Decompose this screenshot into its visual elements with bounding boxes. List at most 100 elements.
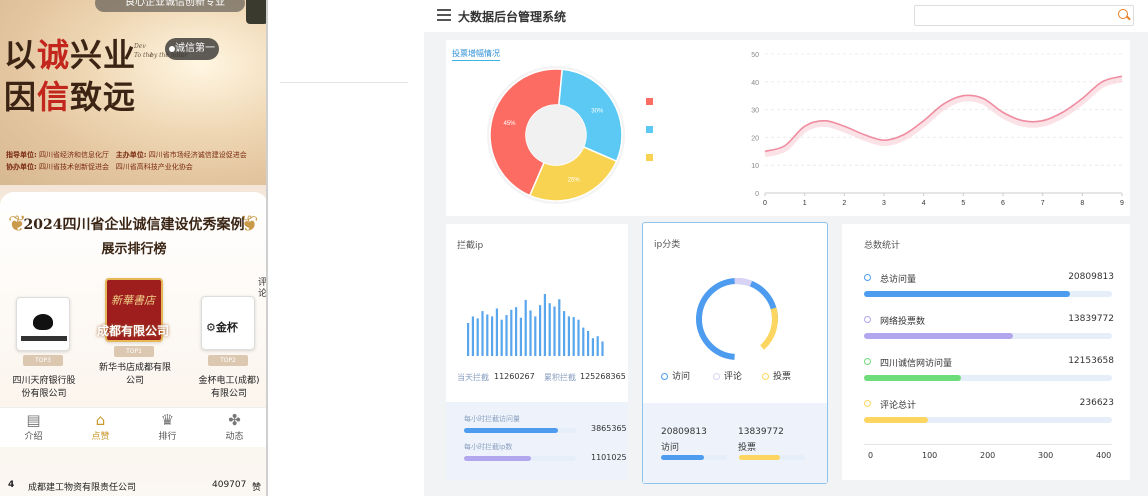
company-name-tianfu[interactable]: 四川天府银行股 份有限公司	[4, 375, 84, 401]
y-tick-0: 0	[755, 191, 759, 198]
total-label-2: 四川诚信网访问量	[864, 356, 952, 369]
tab-ranking[interactable]: ♛ 排行	[134, 408, 201, 447]
line-glow	[764, 76, 1123, 158]
side-comment-tab[interactable]: 评论	[258, 278, 266, 300]
ip-vote-bar	[739, 455, 805, 460]
case-subtitle: 展示排行榜	[101, 242, 167, 257]
x-tick-4: 4	[922, 200, 926, 207]
ip-type-title: ip分类	[654, 240, 681, 250]
dashboard-header: 大数据后台管理系统	[424, 0, 1148, 32]
intercept-bar-5	[491, 316, 494, 356]
menu-icon[interactable]	[437, 9, 451, 21]
case-title: 2024四川省企业诚信建设优秀案例	[23, 217, 245, 233]
total-value-3: 236623	[1079, 398, 1114, 408]
vote-growth-panel: 投票增幅情况 45% 30% 25% 0 10 20 30 40 50 0 1 2 3 4 5 6 7 8 9	[446, 40, 1130, 216]
total-value-0: 20809813	[1068, 272, 1114, 282]
intercept-bar-20	[563, 311, 566, 356]
total-bar-1	[864, 333, 1112, 339]
ip-visit-bar	[661, 455, 727, 460]
ip-vote-label: 投票	[738, 443, 757, 453]
x-tick-1: 1	[803, 200, 807, 207]
intercept-bar-16	[543, 293, 546, 356]
ip-type-panel: ip分类 访问 评论 投票 20809813 访问 13839772 投票	[642, 222, 828, 484]
intercept-bar-21	[567, 316, 570, 356]
pie-slice-label-2: 25%	[568, 178, 581, 184]
intercept-bar-4	[486, 314, 489, 356]
pie-legend-swatch-2[interactable]	[646, 154, 653, 161]
today-intercept-label: 当天拦截	[457, 373, 489, 382]
legend-visit: 访问	[661, 372, 690, 382]
slogan-line-2: 因信致远	[4, 78, 137, 116]
totals-axis-tick-400: 400	[1096, 451, 1112, 460]
x-tick-6: 6	[1001, 200, 1005, 207]
total-bar-3	[864, 417, 1112, 423]
intercept-bar-9	[510, 309, 513, 356]
ip-type-donut	[696, 278, 778, 360]
ip-visit-value: 20809813	[661, 427, 707, 437]
top-slogan-pill: 良心企业诚信创新专业	[95, 0, 245, 12]
total-label-0: 总访问量	[864, 272, 916, 285]
total-label-1: 网络投票数	[864, 314, 925, 327]
intercept-bar-0	[467, 323, 470, 356]
pie-slice-label-0: 45%	[504, 121, 517, 127]
legend-vote: 投票	[761, 372, 791, 382]
y-tick-30: 30	[751, 108, 759, 115]
system-title: 大数据后台管理系统	[458, 10, 567, 24]
admin-dashboard: 大数据后台管理系统 投票增幅情况 45% 30% 25% 0 10 20 30 40 50 0 1…	[424, 0, 1148, 496]
company-logo-jinbei[interactable]: ⚙金杯	[201, 296, 255, 350]
line-chart: 0 10 20 30 40 50 0 1 2 3 4 5 6 7 8 9	[751, 52, 1124, 207]
tab-news[interactable]: ✤ 动态	[201, 408, 266, 447]
book-icon: ▤	[26, 411, 41, 429]
pie-legend-swatch-0[interactable]	[646, 98, 653, 105]
x-tick-9: 9	[1120, 200, 1124, 207]
home-icon: ⌂	[95, 411, 106, 429]
company-name-xinhua[interactable]: 新华书店成都有限 公司	[92, 362, 178, 388]
vote-growth-pie: 45% 30% 25%	[487, 66, 625, 204]
totals-axis-tick-300: 300	[1038, 451, 1054, 460]
pie-hole	[526, 105, 586, 165]
tab-intro[interactable]: ▤ 介绍	[0, 408, 67, 447]
hourly-visits-label: 每小时拦截访问量	[464, 415, 520, 423]
totals-axis-tick-200: 200	[980, 451, 996, 460]
intercept-bar-19	[558, 299, 561, 356]
logo-overlay-text: 成都有限公司	[97, 324, 170, 338]
intercept-bar-14	[534, 316, 537, 356]
x-tick-8: 8	[1080, 200, 1084, 207]
total-label-3: 评论总计	[864, 398, 916, 411]
x-tick-7: 7	[1041, 200, 1045, 207]
legend-comment: 评论	[712, 372, 742, 382]
hourly-visits-bar	[464, 428, 576, 433]
totals-axis-tick-0: 0	[868, 451, 874, 460]
y-tick-10: 10	[751, 163, 759, 170]
tab-like[interactable]: ⌂ 点赞	[67, 408, 134, 447]
pie-legend-swatch-1[interactable]	[646, 126, 653, 133]
host-line-2: 协办单位: 四川省技术创新促进会 四川省高科技产业化协会	[6, 163, 193, 171]
company-name-jinbei[interactable]: 金杯电工(成都) 有限公司	[190, 375, 266, 401]
rank-tag-3: TOP3	[23, 355, 63, 366]
pie-slice-label-1: 30%	[591, 109, 604, 115]
hourly-ip-bar	[464, 456, 576, 461]
rank-row-4[interactable]: 4 成都建工物资有限责任公司 409707 赞	[0, 474, 266, 496]
x-tick-0: 0	[763, 200, 767, 207]
credit-first-pill[interactable]: 诚信第一	[165, 38, 219, 60]
y-tick-50: 50	[751, 52, 759, 59]
y-tick-20: 20	[751, 135, 759, 142]
intercept-bar-6	[495, 308, 498, 356]
intercept-title: 拦截ip	[457, 241, 484, 251]
total-value-1: 13839772	[1068, 314, 1114, 324]
totals-title: 总数统计	[864, 241, 901, 251]
slogan-line-1: 以诚兴业	[4, 36, 137, 74]
x-tick-2: 2	[842, 200, 846, 207]
intercept-bar-13	[529, 310, 532, 356]
total-intercept-label: 累积拦截	[544, 373, 576, 382]
intercept-bar-10	[515, 307, 518, 356]
intercept-bar-7	[500, 319, 503, 356]
search-icon[interactable]	[1118, 9, 1128, 19]
ip-type-legend: 访问 评论 投票	[661, 369, 791, 382]
company-logo-tianfu[interactable]	[16, 297, 70, 351]
intercept-bar-18	[553, 306, 556, 356]
divider	[280, 82, 408, 83]
intercept-bar-28	[601, 341, 604, 356]
search-input[interactable]	[914, 5, 1134, 26]
intercept-bar-chart	[467, 293, 604, 356]
